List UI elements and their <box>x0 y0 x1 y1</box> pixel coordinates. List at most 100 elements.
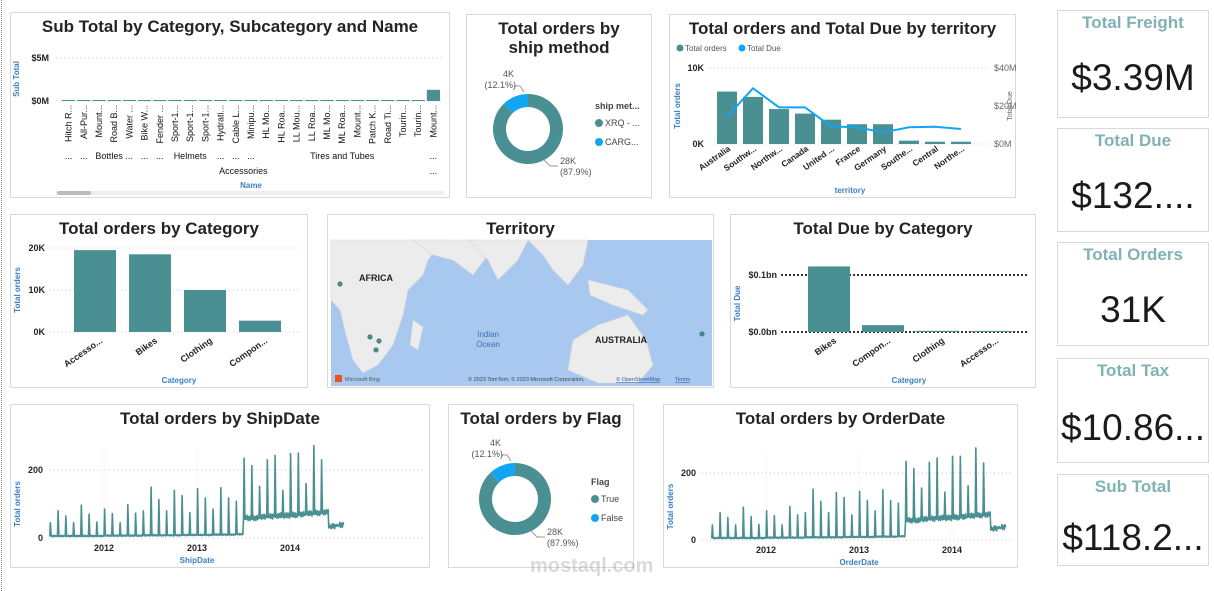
bar <box>244 100 258 101</box>
osm-link[interactable]: © OpenStreetMap <box>616 376 660 383</box>
y2-axis-title: Total Due <box>1007 91 1014 121</box>
subcategory-label: ... <box>430 151 438 161</box>
territory-marker[interactable] <box>367 334 373 340</box>
category-label: Road Ti... <box>383 105 393 144</box>
bar <box>320 100 334 101</box>
territory-combo-chart[interactable]: Total orders and Total Due by territory … <box>669 14 1017 198</box>
y-axis-title: Total orders <box>673 83 682 129</box>
bar <box>873 124 893 144</box>
bing-logo-icon <box>335 375 342 382</box>
category-label: Hitch R... <box>64 105 74 142</box>
kpi-card-total-freight[interactable]: Total Freight $3.39M <box>1057 10 1209 118</box>
bar <box>77 100 91 101</box>
subcategory-label: ... <box>156 151 164 161</box>
x-axis-title: ShipDate <box>180 556 215 565</box>
x-axis-title: Category <box>162 376 197 385</box>
kpi-card-total-tax[interactable]: Total Tax $10.86... <box>1057 358 1209 463</box>
category-label: Minipu... <box>246 105 256 139</box>
kpi-card-total-due[interactable]: Total Due $132.... <box>1057 128 1209 232</box>
category-label: Sport-1... <box>170 105 180 142</box>
y-axis-title: Total orders <box>13 481 22 527</box>
territory-map[interactable]: Territory AFRICA Indian Ocean AUSTRALIA Micr… <box>327 214 714 388</box>
category-label: Hydrati... <box>216 105 226 141</box>
kpi-card-total-orders[interactable]: Total Orders 31K <box>1057 242 1209 346</box>
bar <box>350 100 364 101</box>
bar <box>925 141 945 144</box>
kpi-title: Total Due <box>1094 131 1172 150</box>
orders-by-flag-chart[interactable]: Total orders by Flag 4K (12.1%) 28K (87.9%)… <box>448 404 634 568</box>
territory-marker[interactable] <box>699 331 705 337</box>
axis-label: $0.1bn <box>748 270 777 280</box>
map-copyright: © 2023 TomTom, © 2023 Microsoft Corporat… <box>468 376 585 383</box>
legend-marker <box>676 44 684 52</box>
legend-item[interactable]: CARG... <box>605 137 639 147</box>
map-svg[interactable]: AFRICA IndianOcean AUSTRALIA Microsoft Bing… <box>328 215 715 389</box>
category-label: Fender ... <box>155 105 165 144</box>
axis-label: $0M <box>31 96 49 106</box>
bar <box>951 141 971 144</box>
bar <box>62 100 76 101</box>
category-label: Sport-1... <box>185 105 195 142</box>
orders-by-orderdate-chart[interactable]: Total orders by OrderDate 2012 2013 2014 20… <box>663 404 1018 568</box>
bar <box>290 100 304 101</box>
bar <box>129 254 171 332</box>
category-label: LL Roa... <box>307 105 317 141</box>
category-label: Tourin... <box>413 105 423 137</box>
terms-link[interactable]: Terms <box>675 377 690 383</box>
bar <box>396 100 410 101</box>
territory-marker[interactable] <box>337 281 343 287</box>
category-label: Accesso... <box>958 335 1000 369</box>
category-label: Compon... <box>850 335 892 368</box>
bar <box>808 266 850 332</box>
kpi-value: $118.2... <box>1062 517 1204 558</box>
legend-item[interactable]: XRQ - ... <box>605 118 640 128</box>
subcategory-label: ... <box>65 151 73 161</box>
bar <box>335 100 349 101</box>
kpi-title: Total Freight <box>1082 13 1184 32</box>
shipdate-svg: 2012 2013 2014 200 0 Total orders ShipDate <box>13 444 423 565</box>
legend-item[interactable]: True <box>601 494 619 504</box>
data-label: (12.1%) <box>484 80 516 90</box>
subtotal-svg: $5M $0M Sub Total Hitch R... All-Pur... Mount… <box>12 53 444 195</box>
territory-marker[interactable] <box>376 338 382 344</box>
bar <box>411 100 425 101</box>
y-axis-title: Sub Total <box>12 61 21 97</box>
data-label: (12.1%) <box>471 449 503 459</box>
kpi-value: 31K <box>1100 289 1166 330</box>
bar <box>183 100 197 101</box>
legend-item[interactable]: False <box>601 513 623 523</box>
bar <box>74 250 116 332</box>
category-label: LL Mou... <box>292 105 302 142</box>
orders-by-shipdate-chart[interactable]: Total orders by ShipDate 2012 2013 2014 200… <box>10 404 430 568</box>
bar <box>381 100 395 101</box>
leader-line <box>543 159 558 167</box>
bar <box>717 91 737 144</box>
ship-method-svg: 4K(12.1%) 28K(87.9%) ship met... XRQ - ... C… <box>484 69 640 177</box>
bar <box>138 100 152 101</box>
x-axis-title: territory <box>835 186 866 195</box>
scrollbar-thumb[interactable] <box>57 191 91 195</box>
bar <box>153 100 167 101</box>
category-label: Water ... <box>124 105 134 139</box>
bing-attribution: Microsoft Bing <box>345 377 380 383</box>
orders-by-category-chart[interactable]: Total orders by Category 20K 10K 0K Accesso… <box>10 214 308 388</box>
x-axis-title: Category <box>892 376 927 385</box>
kpi-value: $132.... <box>1071 175 1195 216</box>
ship-method-chart[interactable]: Total orders by ship method 4K (12.1%) 28K… <box>466 14 652 198</box>
kpi-title: Total Tax <box>1096 361 1170 380</box>
subtotal-chart[interactable]: Sub Total by Category, Subcategory and N… <box>10 12 450 198</box>
kpi-card-sub-total[interactable]: Sub Total $118.2... <box>1057 474 1209 566</box>
bar <box>122 100 136 101</box>
category-label: ML Roa... <box>337 105 347 144</box>
territory-marker[interactable] <box>373 347 379 353</box>
y-axis-title: Total orders <box>666 483 675 529</box>
due-by-category-chart[interactable]: Total Due by Category $0.1bn $0.0bn Bikes C… <box>730 214 1036 388</box>
category-label: Cable L... <box>231 105 241 144</box>
legend-title: ship met... <box>595 101 640 111</box>
orderdate-svg: 2012 2013 2014 200 0 Total orders OrderDate <box>666 447 1011 567</box>
axis-label: 0K <box>692 139 704 149</box>
bar <box>214 100 228 101</box>
data-label: 28K <box>560 156 576 166</box>
x-tick-label: 2013 <box>849 545 869 555</box>
category-label: Clothing <box>179 335 215 364</box>
